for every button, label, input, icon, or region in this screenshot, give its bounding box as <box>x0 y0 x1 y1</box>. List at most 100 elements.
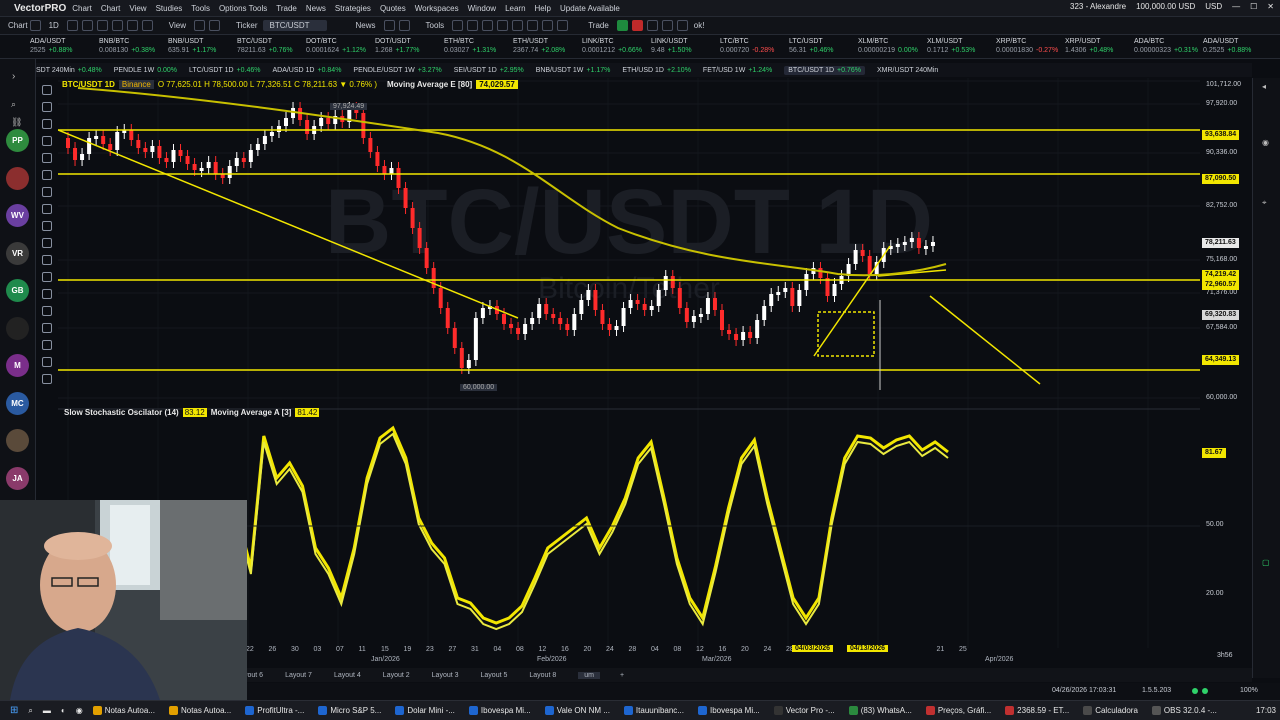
buy-icon[interactable] <box>616 20 628 31</box>
portfolio-icon[interactable] <box>542 20 554 31</box>
ticker-item[interactable]: XLM/USDT 0.1712 +0.53% <box>927 37 975 55</box>
search-icon[interactable]: ⌕ <box>28 706 32 716</box>
contact-avatar[interactable] <box>6 429 29 452</box>
ticker-item[interactable]: XLM/BTC 0.00000219 0.00% <box>858 37 918 55</box>
menu-item[interactable]: Strategies <box>335 4 371 13</box>
collapse-icon[interactable]: ◂ <box>1262 82 1266 91</box>
rectangle-drawing[interactable] <box>817 311 875 357</box>
crosshair-icon[interactable] <box>96 20 108 31</box>
ticker-item[interactable]: XRP/USDT 1.4306 +0.48% <box>1065 37 1113 55</box>
ticker-item[interactable]: DOT/USDT 1.268 +1.77% <box>375 37 419 55</box>
taskbar-app[interactable]: Calculadora <box>1083 706 1138 715</box>
menu-item[interactable]: Chart <box>101 4 121 13</box>
pin-icon[interactable]: ⌖ <box>1262 198 1267 208</box>
settings-icon[interactable] <box>141 20 153 31</box>
news-label[interactable]: News <box>355 21 375 30</box>
fibonacci-icon[interactable] <box>42 153 52 163</box>
horizontal-line-icon[interactable] <box>42 204 52 214</box>
maximize-icon[interactable]: ☐ <box>1250 2 1257 11</box>
taskbar-app[interactable]: (83) WhatsA... <box>848 706 912 715</box>
menu-item[interactable]: Help <box>535 4 551 13</box>
magnet-icon[interactable] <box>42 323 52 333</box>
hand-icon[interactable] <box>42 119 52 129</box>
chart-tab[interactable]: LTC/USDT 1D +0.46% <box>189 67 260 74</box>
chart-tab[interactable]: BNB/USDT 1W +1.17% <box>536 67 611 74</box>
layout-tab[interactable]: um <box>578 671 600 679</box>
contact-avatar[interactable]: VR <box>6 241 29 265</box>
link-icon[interactable]: ⛓ <box>11 117 22 128</box>
new-chart-icon[interactable] <box>29 20 41 31</box>
chart-tab[interactable]: XMR/USDT 240Min <box>877 67 941 74</box>
search-icon[interactable]: ⌕ <box>11 99 16 110</box>
bars-icon[interactable] <box>111 20 123 31</box>
price-level-tag[interactable]: 87,090.50 <box>1202 174 1240 184</box>
menu-item[interactable]: Tools <box>191 4 210 13</box>
contact-avatar[interactable]: MC <box>6 391 29 415</box>
tools-label[interactable]: Tools <box>426 21 445 30</box>
alert-icon[interactable] <box>398 20 410 31</box>
account-number[interactable]: 323 - Alexandre <box>1070 2 1126 11</box>
layout-tab[interactable]: Layout 4 <box>334 672 361 679</box>
watchlist-icon[interactable] <box>527 20 539 31</box>
price-level-tag[interactable]: 69,320.83 <box>1202 310 1240 320</box>
chart-tab[interactable]: FET/USD 1W +1.24% <box>703 67 772 74</box>
chart-tab[interactable]: SDT 240Min +0.48% <box>36 67 102 74</box>
menu-item[interactable]: News <box>306 4 326 13</box>
list-icon[interactable] <box>467 20 479 31</box>
ticker-item[interactable]: BNB/USDT 635.91 +1.17% <box>168 37 216 55</box>
ticker-item[interactable]: XRP/BTC 0.00001830 -0.27% <box>996 37 1058 55</box>
taskbar-app[interactable]: Itauunibanc... <box>623 706 684 715</box>
news-icon[interactable] <box>383 20 395 31</box>
trendline-icon[interactable] <box>42 187 52 197</box>
zoom-in-icon[interactable] <box>66 20 78 31</box>
screener-icon[interactable] <box>512 20 524 31</box>
layout-icon[interactable] <box>194 20 205 31</box>
trade-label[interactable]: Trade <box>588 21 609 30</box>
lock-icon[interactable] <box>42 340 52 350</box>
ticker-item[interactable]: LTC/USDT 56.31 +0.46% <box>789 37 833 55</box>
layout-tab[interactable]: Layout 8 <box>529 672 556 679</box>
add-layout-icon[interactable]: + <box>620 672 624 679</box>
channel-icon[interactable] <box>42 221 52 231</box>
ticker-item[interactable]: ETH/USDT 2367.74 +2.08% <box>513 37 565 55</box>
taskbar-app[interactable]: ProfitUltra -... <box>245 706 304 715</box>
taskbar-app[interactable]: Vale ON NM ... <box>544 706 610 715</box>
notes-icon[interactable] <box>557 20 569 31</box>
taskbar-app[interactable]: Ibovespa Mi... <box>697 706 760 715</box>
trash-icon[interactable] <box>42 374 52 384</box>
menu-item[interactable]: Window <box>468 4 496 13</box>
text-icon[interactable] <box>42 170 52 180</box>
zoom-level[interactable]: 100% <box>1240 687 1258 694</box>
chart-tab[interactable]: PENDLE 1W 0.00% <box>114 67 177 74</box>
pencil-icon[interactable] <box>42 289 52 299</box>
windows-start-icon[interactable]: ⊞ <box>10 705 18 716</box>
contact-avatar[interactable]: M <box>6 354 29 377</box>
chrome-icon[interactable]: ◉ <box>76 706 83 715</box>
chart-tab[interactable]: BTC/USDT 1D +0.76% <box>784 65 865 75</box>
ticker-item[interactable]: BTC/USDT 78211.63 +0.76% <box>237 37 293 55</box>
grid-icon[interactable] <box>209 20 220 31</box>
view-label[interactable]: View <box>169 21 186 30</box>
ticker-item[interactable]: ADA/USDT 2525 +0.88% <box>30 37 73 55</box>
chart-tab[interactable]: ADA/USD 1D +0.84% <box>272 67 341 74</box>
taskbar-app[interactable]: Ibovespa Mi... <box>468 706 531 715</box>
chart-tab[interactable]: ETH/USD 1D +2.10% <box>622 67 691 74</box>
order-icon[interactable] <box>646 20 658 31</box>
zoom-out-icon[interactable] <box>81 20 93 31</box>
price-axis[interactable]: 101,712.00 97,920.00 90,336.00 82,752.00 75,… <box>1200 78 1252 650</box>
sell-icon[interactable] <box>631 20 643 31</box>
candles-icon[interactable] <box>126 20 138 31</box>
price-level-tag[interactable]: 72,960.57 <box>1202 280 1240 290</box>
chart-tool-icon[interactable] <box>482 20 494 31</box>
dom-icon[interactable] <box>676 20 688 31</box>
contact-avatar[interactable] <box>6 316 29 340</box>
taskbar-app[interactable]: Preços, Gráfi... <box>925 706 991 715</box>
taskbar-app[interactable]: 2368.59 - ET... <box>1005 706 1069 715</box>
cursor-icon[interactable] <box>42 85 52 95</box>
layout-tab[interactable]: Layout 2 <box>383 672 410 679</box>
eraser-icon[interactable] <box>42 136 52 146</box>
menu-item[interactable]: Update Available <box>560 4 620 13</box>
position-icon[interactable] <box>661 20 673 31</box>
ticker-item[interactable]: LINK/USDT 9.48 +1.50% <box>651 37 692 55</box>
ticker-item[interactable]: LTC/BTC 0.000720 -0.28% <box>720 37 774 55</box>
